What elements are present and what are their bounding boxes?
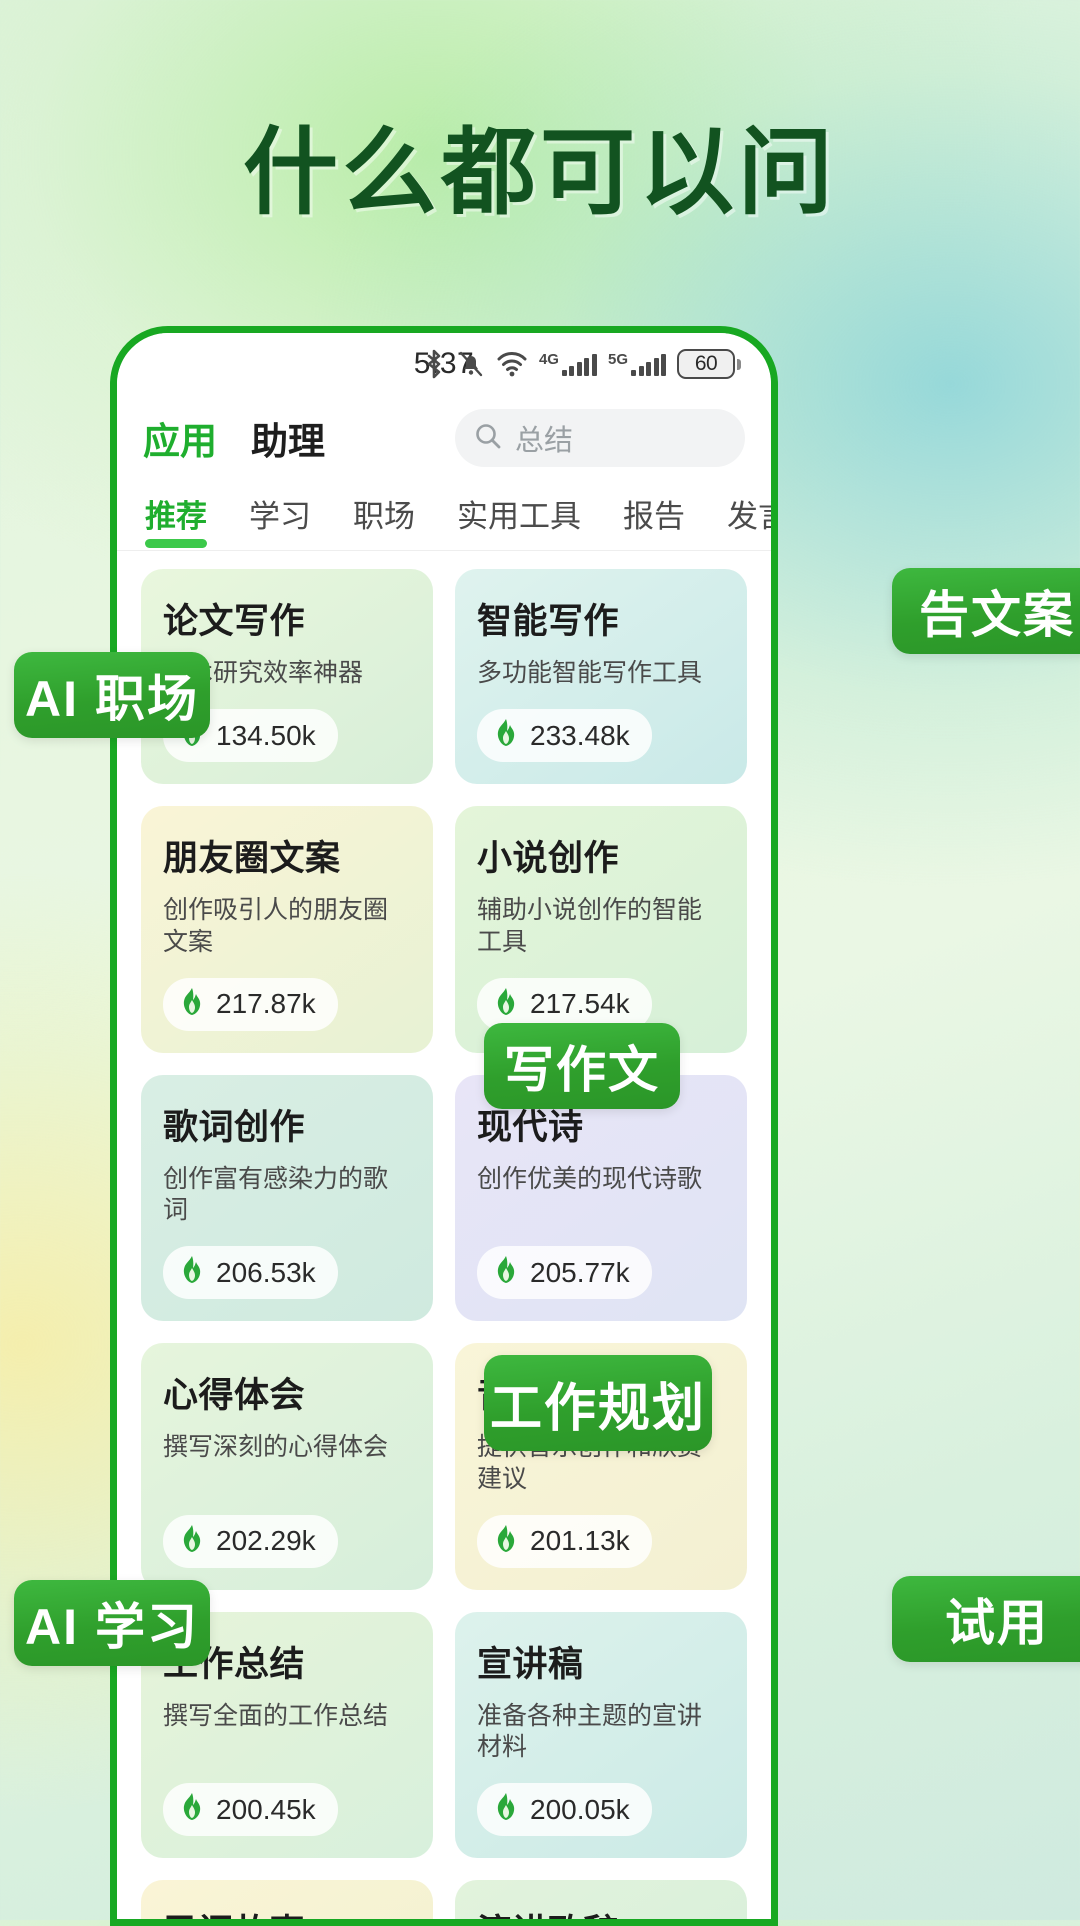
badge-ai-workplace[interactable]: AI 职场 (14, 652, 210, 738)
badge-write-essay-label: 写作文 (504, 1042, 660, 1098)
app-card-description: 创作富有感染力的歌词 (163, 1164, 389, 1224)
badge-ai-study[interactable]: AI 学习 (14, 1580, 210, 1666)
app-card-hotness: 200.45k (163, 1783, 338, 1837)
search-icon (473, 421, 503, 456)
flame-icon (493, 987, 519, 1022)
badge-trial[interactable]: 试用 (892, 1576, 1080, 1662)
badge-ai-study-label: AI 学习 (25, 1599, 199, 1655)
nav-tab-assistant[interactable]: 助理 (251, 411, 325, 465)
app-card-hot-value: 206.53k (216, 1256, 316, 1288)
phone-screen: 5:37 4G 5G 60 应用 助理 总结 推荐 学习 职场 实用工具 报告 … (117, 333, 771, 1919)
app-card-hot-value: 217.87k (216, 988, 316, 1020)
app-card-hotness: 206.53k (163, 1246, 338, 1300)
app-card[interactable]: 宣讲稿准备各种主题的宣讲材料 200.05k (455, 1611, 747, 1859)
flame-icon (179, 1524, 205, 1559)
app-card-hot-value: 200.45k (216, 1793, 316, 1825)
app-card-description: 创作优美的现代诗歌 (477, 1164, 703, 1193)
category-tab-report[interactable]: 报告 (623, 491, 685, 550)
app-card-title: 民间故事 (163, 1904, 411, 1919)
nav-tab-apps[interactable]: 应用 (143, 411, 217, 465)
category-tab-workplace[interactable]: 职场 (353, 491, 415, 550)
category-tab-tools[interactable]: 实用工具 (457, 491, 581, 550)
app-card[interactable]: 智能写作多功能智能写作工具 233.48k (455, 569, 747, 785)
badge-work-plan-label: 工作规划 (489, 1379, 706, 1438)
app-card-description: 创作吸引人的朋友圈文案 (163, 896, 389, 956)
flame-icon (493, 1792, 519, 1827)
phone-mockup: 5:37 4G 5G 60 应用 助理 总结 推荐 学习 职场 实用工具 报告 … (110, 326, 778, 1926)
signal-4g-icon: 4G (539, 352, 597, 376)
app-card-title: 论文写作 (163, 602, 306, 641)
badge-trial-label: 试用 (945, 1595, 1049, 1651)
flame-icon (179, 987, 205, 1022)
app-card[interactable]: 心得体会撰写深刻的心得体会 202.29k (141, 1343, 433, 1590)
battery-level: 60 (677, 349, 735, 379)
app-card[interactable]: 民间故事讲述生动有趣的民间故事199.82k (141, 1880, 433, 1919)
category-tab-recommend[interactable]: 推荐 (145, 491, 207, 550)
app-card-description: 准备各种主题的宣讲材料 (477, 1701, 703, 1761)
badge-work-plan[interactable]: 工作规划 (484, 1355, 712, 1451)
battery-cap (737, 358, 741, 370)
mute-bell-icon (457, 349, 485, 379)
app-card[interactable]: 现代诗 创作优美的现代诗歌 205.77k (455, 1074, 747, 1322)
app-card-hotness: 217.87k (163, 977, 338, 1031)
app-card-hotness: 200.05k (477, 1783, 652, 1837)
badge-ai-workplace-label: AI 职场 (25, 671, 199, 727)
flame-icon (493, 1255, 519, 1290)
network-label-5g: 5G (607, 351, 628, 368)
app-card-hotness: 201.13k (477, 1514, 652, 1568)
app-card-title: 心得体会 (163, 1376, 306, 1416)
app-card-hot-value: 202.29k (216, 1525, 316, 1557)
flame-icon (179, 1792, 205, 1827)
page-headline: 什么都可以问 (242, 120, 837, 226)
app-card-description: 撰写深刻的心得体会 (163, 1433, 389, 1462)
wifi-icon (496, 351, 528, 377)
app-card-hot-value: 233.48k (530, 719, 630, 751)
badge-copywriting-label: 告文案 (919, 587, 1075, 643)
app-card-title: 演讲致辞 (477, 1904, 725, 1919)
badge-copywriting[interactable]: 告文案 (892, 568, 1080, 654)
app-card[interactable]: 演讲致辞撰写打动人心的演讲稿199.10k (455, 1880, 747, 1919)
app-card[interactable]: 歌词创作创作富有感染力的歌词 206.53k (141, 1074, 433, 1322)
app-card-hot-value: 134.50k (216, 719, 316, 751)
battery-icon: 60 (677, 349, 741, 379)
app-card-description: 辅助小说创作的智能工具 (477, 896, 703, 956)
app-card-hot-value: 200.05k (530, 1793, 630, 1825)
app-card-hotness: 202.29k (163, 1514, 338, 1568)
app-card-title: 宣讲稿 (477, 1644, 584, 1684)
search-value: 总结 (515, 425, 574, 457)
app-card-grid: 论文写作 学术研究效率神器 134.50k 智能写作 多功能智能写作工具 233.48k 朋… (117, 551, 771, 1919)
top-nav: 应用 助理 总结 (117, 395, 771, 477)
app-card[interactable]: 小说创作辅助小说创作的智能工具 217.54k (455, 806, 747, 1053)
status-bar-icons: 4G 5G 60 (422, 348, 741, 380)
bluetooth-icon (422, 348, 446, 380)
category-tab-study[interactable]: 学习 (249, 491, 311, 550)
category-tab-speech[interactable]: 发言稿 (727, 491, 771, 550)
badge-write-essay[interactable]: 写作文 (484, 1023, 680, 1109)
app-card-title: 小说创作 (477, 839, 620, 879)
app-card-title: 朋友圈文案 (163, 839, 341, 879)
app-card-title: 歌词创作 (163, 1107, 306, 1147)
signal-5g-icon: 5G (608, 352, 666, 376)
app-card[interactable]: 朋友圈文案创作吸引人的朋友圈文案 217.87k (141, 806, 433, 1053)
app-card-description: 多功能智能写作工具 (477, 659, 703, 687)
app-card-hot-value: 217.54k (530, 988, 630, 1020)
network-label-4g: 4G (538, 351, 559, 368)
category-tab-bar: 推荐 学习 职场 实用工具 报告 发言稿 自然 (117, 477, 771, 550)
flame-icon (179, 1255, 205, 1290)
app-card-hot-value: 201.13k (530, 1525, 630, 1557)
app-card-hotness: 233.48k (477, 709, 652, 763)
flame-icon (493, 1524, 519, 1559)
app-card-title: 智能写作 (477, 602, 620, 641)
status-bar: 5:37 4G 5G 60 (117, 333, 771, 395)
flame-icon (493, 718, 519, 753)
search-input[interactable]: 总结 (455, 409, 745, 467)
app-card-hot-value: 205.77k (530, 1256, 630, 1288)
app-card-description: 撰写全面的工作总结 (163, 1701, 389, 1730)
app-card-hotness: 205.77k (477, 1246, 652, 1300)
